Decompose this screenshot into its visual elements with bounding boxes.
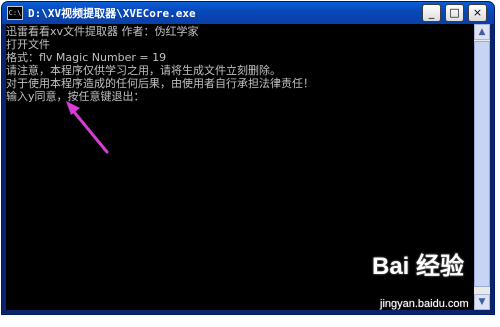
baidu-logo: Bai 经验	[372, 253, 465, 280]
watermark-url: jingyan.baidu.com	[380, 298, 469, 310]
baidu-watermark: Bai 经验 jingyan.baidu.com	[372, 246, 496, 320]
